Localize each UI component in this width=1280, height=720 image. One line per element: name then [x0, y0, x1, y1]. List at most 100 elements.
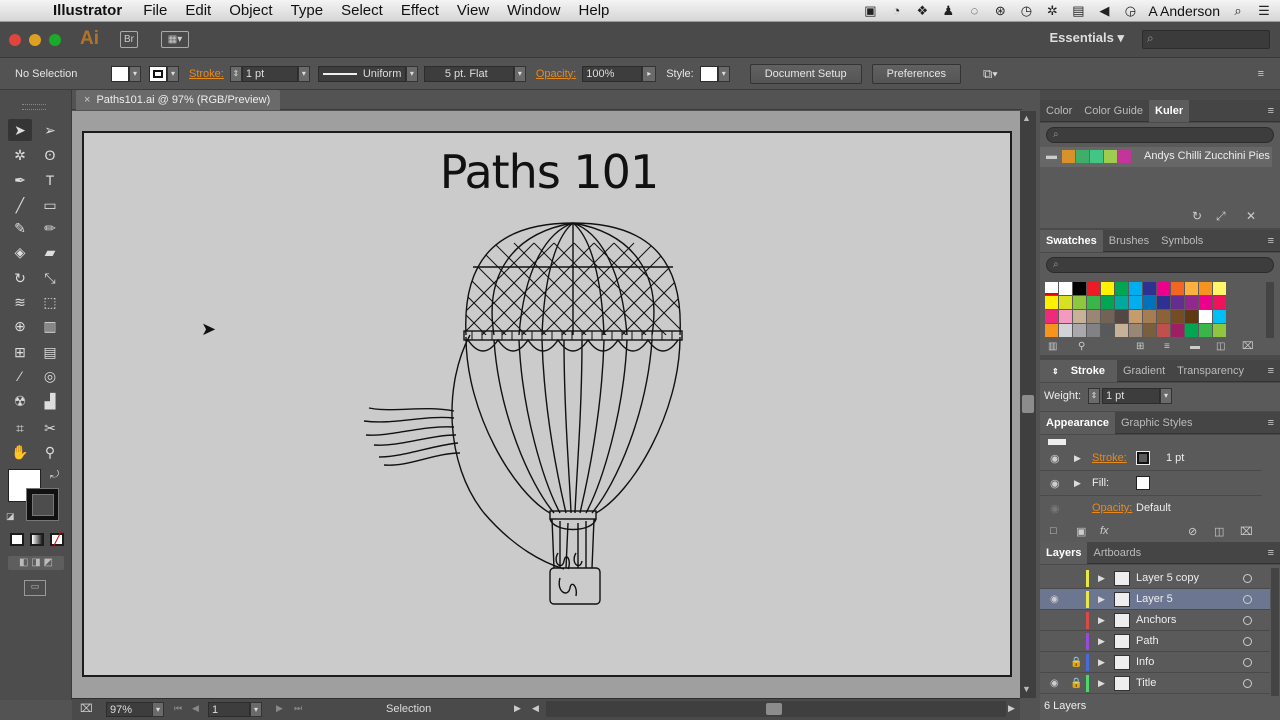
eraser-tool-icon[interactable]: ▰	[38, 241, 62, 263]
expand-triangle-icon[interactable]: ▶	[1074, 453, 1081, 464]
scroll-down-icon[interactable]: ▼	[1022, 684, 1031, 694]
stroke-dropdown[interactable]: ▾	[167, 65, 179, 82]
appearance-stroke-label[interactable]: Stroke:	[1092, 452, 1127, 464]
kuler-settings-icon[interactable]: ✕	[1246, 209, 1256, 223]
color-swatch[interactable]	[1171, 324, 1184, 337]
layer-target-icon[interactable]	[1243, 658, 1252, 667]
layers-panel-menu-icon[interactable]: ≡	[1262, 547, 1280, 559]
color-swatch[interactable]	[1101, 324, 1114, 337]
color-swatch[interactable]	[1101, 282, 1114, 295]
tab-swatches[interactable]: Swatches	[1040, 229, 1103, 252]
artboard-title-text[interactable]: Paths 101	[84, 145, 1014, 199]
close-window-button[interactable]	[9, 34, 21, 46]
color-swatch[interactable]	[1045, 296, 1058, 309]
last-artboard-icon[interactable]: ⏭	[294, 703, 302, 714]
color-swatch[interactable]	[1059, 296, 1072, 309]
notification-center-icon[interactable]: ☰	[1256, 3, 1272, 19]
hand-tool-icon[interactable]: ✋	[8, 441, 32, 463]
color-swatch[interactable]	[1129, 324, 1142, 337]
hscroll-right-icon[interactable]: ▶	[1008, 703, 1015, 714]
status-menu-icon[interactable]: ▶	[514, 703, 521, 714]
color-swatch[interactable]	[1143, 324, 1156, 337]
sync-icon[interactable]: ◔	[888, 3, 904, 19]
first-artboard-icon[interactable]: ⏮	[174, 703, 182, 714]
color-mode-button[interactable]	[10, 533, 24, 546]
layer-target-icon[interactable]	[1243, 616, 1252, 625]
toolbox-grip[interactable]	[22, 104, 46, 110]
type-tool-icon[interactable]: T	[38, 169, 62, 191]
layer-lock-icon[interactable]: 🔒	[1070, 673, 1082, 694]
bluetooth-icon[interactable]: ✲	[1044, 3, 1060, 19]
gradient-tool-icon[interactable]: ▤	[38, 341, 62, 363]
color-swatch[interactable]	[1171, 282, 1184, 295]
color-swatch[interactable]	[1129, 310, 1142, 323]
eyedropper-tool-icon[interactable]: ⁄	[8, 365, 32, 387]
opacity-field[interactable]: 100%	[582, 65, 643, 82]
user-name[interactable]: A Anderson	[1148, 3, 1220, 19]
line-tool-icon[interactable]: ╱	[8, 194, 32, 216]
new-color-group-icon[interactable]: ▬	[1190, 341, 1200, 352]
kuler-theme-row[interactable]: ▬ Andys Chilli Zucchini Pies	[1040, 147, 1272, 167]
appearance-fill-swatch[interactable]	[1136, 476, 1150, 490]
rectangle-tool-icon[interactable]: ▭	[38, 194, 62, 216]
swatch-libraries-icon[interactable]: ▥	[1048, 341, 1057, 352]
color-swatch[interactable]	[1157, 296, 1170, 309]
menu-view[interactable]: View	[448, 2, 498, 19]
color-swatch[interactable]	[1059, 310, 1072, 323]
perspective-grid-tool-icon[interactable]: ▥	[38, 315, 62, 337]
layer-target-icon[interactable]	[1243, 595, 1252, 604]
selection-tool-icon[interactable]: ➤	[8, 119, 32, 141]
visibility-eye-icon[interactable]: ◉	[1050, 452, 1060, 465]
color-swatch[interactable]	[1115, 296, 1128, 309]
tab-kuler[interactable]: Kuler	[1149, 99, 1190, 122]
hot-air-balloon-artwork[interactable]	[354, 213, 694, 613]
color-swatch[interactable]	[1199, 296, 1212, 309]
kuler-search-input[interactable]: ⌕	[1046, 127, 1274, 143]
color-group-icon[interactable]: ≡	[1164, 341, 1170, 352]
color-swatch[interactable]	[1045, 324, 1058, 337]
tab-layers[interactable]: Layers	[1040, 541, 1088, 564]
screen-mode-icon[interactable]: ▭	[24, 580, 46, 596]
appearance-fill-row[interactable]: ◉ ▶ Fill:	[1040, 472, 1262, 496]
add-effect-icon[interactable]: fx	[1100, 525, 1109, 537]
color-swatch[interactable]	[1129, 282, 1142, 295]
color-swatch[interactable]	[1143, 310, 1156, 323]
symbol-sprayer-tool-icon[interactable]: ☢	[8, 390, 32, 412]
layer-name[interactable]: Layer 5	[1136, 589, 1173, 610]
stroke-weight-dropdown[interactable]: ▾	[297, 65, 310, 82]
canvas-horizontal-scrollbar[interactable]	[546, 701, 1006, 717]
layer-expand-triangle-icon[interactable]: ▶	[1098, 673, 1105, 694]
opacity-label[interactable]: Opacity:	[536, 68, 576, 80]
artboard-number-field[interactable]: 1	[208, 702, 250, 717]
menu-file[interactable]: File	[134, 2, 176, 19]
duplicate-item-icon[interactable]: ◫	[1214, 525, 1224, 538]
brush-definition[interactable]: 5 pt. Flat	[423, 65, 514, 82]
swatches-search-input[interactable]: ⌕	[1046, 257, 1274, 273]
stroke-weight-stepper[interactable]: ⇕	[229, 65, 242, 82]
color-swatch[interactable]	[1045, 282, 1058, 295]
color-swatch[interactable]	[1115, 282, 1128, 295]
fill-visibility-eye-icon[interactable]: ◉	[1050, 477, 1060, 490]
dropbox-icon[interactable]: ❖	[914, 3, 930, 19]
layer-name[interactable]: Title	[1136, 673, 1156, 694]
weight-dropdown[interactable]: ▾	[1160, 388, 1172, 404]
delete-swatch-icon[interactable]: ⌧	[1242, 341, 1254, 352]
tab-color-guide[interactable]: Color Guide	[1078, 105, 1149, 117]
direct-selection-tool-icon[interactable]: ➢	[38, 119, 62, 141]
layer-name[interactable]: Layer 5 copy	[1136, 568, 1199, 589]
swatch-grid[interactable]	[1045, 282, 1255, 338]
zoom-dropdown[interactable]: ▾	[152, 702, 164, 717]
fill-expand-triangle-icon[interactable]: ▶	[1074, 478, 1081, 489]
stroke-panel-menu-icon[interactable]: ≡	[1262, 365, 1280, 377]
scroll-thumb[interactable]	[1022, 395, 1034, 413]
color-swatch[interactable]	[1101, 296, 1114, 309]
workspace-switcher[interactable]: Essentials ▾	[1050, 30, 1124, 46]
layer-visibility-eye-icon[interactable]: ◉	[1050, 589, 1059, 610]
color-swatch[interactable]	[1073, 282, 1086, 295]
layer-row[interactable]: ▶ Layer 5 copy	[1040, 568, 1270, 589]
minimize-window-button[interactable]	[29, 34, 41, 46]
color-swatch[interactable]	[1087, 296, 1100, 309]
tab-symbols[interactable]: Symbols	[1155, 235, 1209, 247]
layer-row[interactable]: ▶ Path	[1040, 631, 1270, 652]
color-swatch[interactable]	[1213, 282, 1226, 295]
